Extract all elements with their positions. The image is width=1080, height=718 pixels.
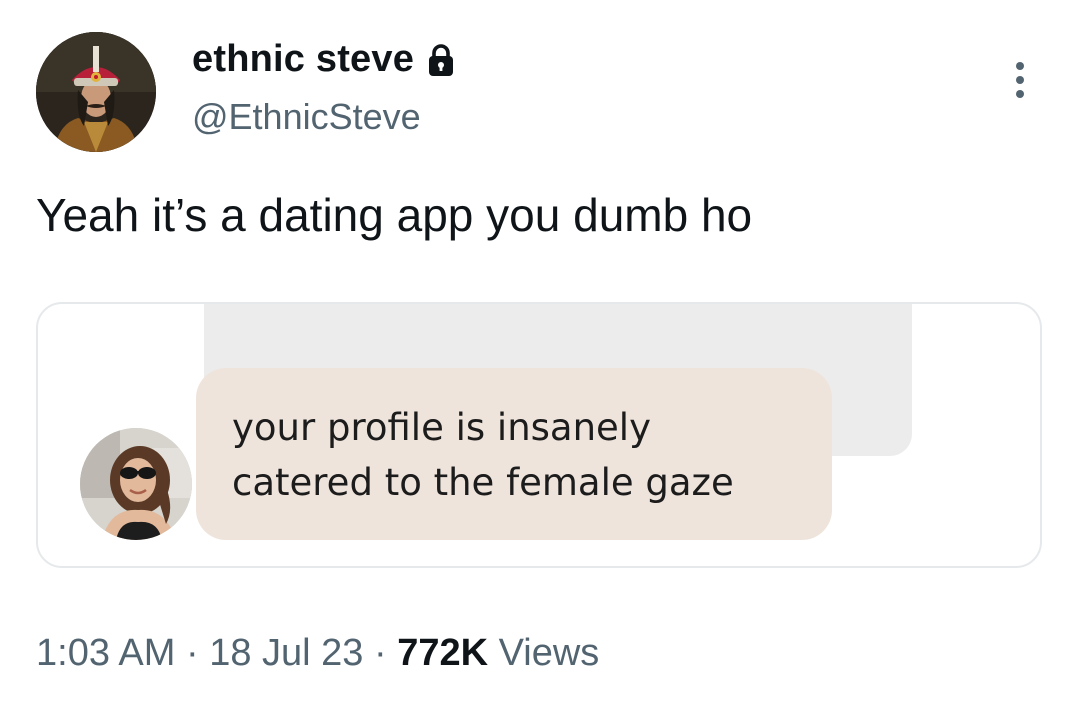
tweet-media-card[interactable]: your profile is insanely catered to the … [36, 302, 1042, 568]
tweet-text: Yeah it’s a dating app you dumb ho [36, 189, 753, 241]
meta-separator: · [175, 632, 210, 674]
author-display-name[interactable]: ethnic steve [192, 38, 414, 81]
incoming-message-bubble: your profile is insanely catered to the … [196, 368, 832, 540]
tweet-meta: 1:03 AM · 18 Jul 23 · 772K Views [36, 632, 599, 675]
tweet-time[interactable]: 1:03 AM [36, 632, 175, 674]
author-avatar[interactable] [36, 32, 156, 152]
tweet-date[interactable]: 18 Jul 23 [209, 632, 363, 674]
views-count[interactable]: 772K [397, 632, 488, 674]
message-line-2: catered to the female gaze [232, 461, 734, 504]
author-handle[interactable]: @EthnicSteve [192, 96, 421, 138]
meta-separator: · [363, 632, 398, 674]
lock-icon [426, 43, 456, 77]
sender-avatar [80, 428, 192, 540]
views-label: Views [488, 632, 600, 674]
avatar-image [36, 32, 156, 152]
message-line-1: your profile is insanely [232, 406, 651, 449]
more-options-icon[interactable] [1006, 60, 1034, 100]
author-name-row: ethnic steve [192, 38, 456, 81]
